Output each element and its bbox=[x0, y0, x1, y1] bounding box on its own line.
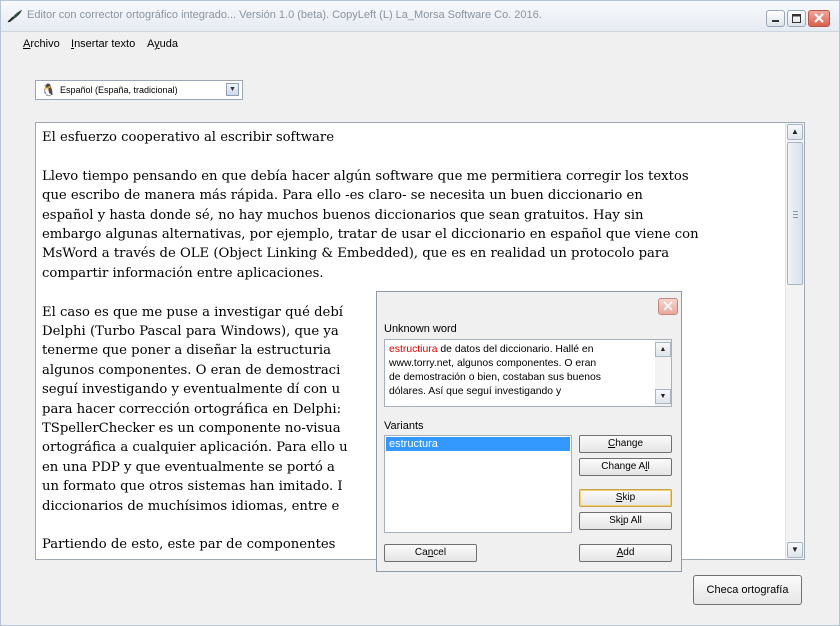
grip-icon bbox=[793, 214, 798, 216]
menu-archivo[interactable]: Archivo bbox=[23, 38, 60, 50]
context-scrollbar[interactable]: ▲ ▼ bbox=[655, 340, 671, 406]
unknown-word-label: Unknown word bbox=[384, 323, 457, 335]
menu-ayuda[interactable]: Ayuda bbox=[147, 38, 178, 50]
misspelled-word: estructiura bbox=[389, 344, 438, 355]
language-select-value: Español (España, tradicional) bbox=[60, 85, 178, 95]
close-icon bbox=[814, 13, 824, 23]
minimize-button[interactable] bbox=[766, 10, 785, 27]
editor-line: que escribo de manera más rápida. Para e… bbox=[42, 188, 643, 204]
context-line: dólares. Así que seguí investigando y bbox=[389, 386, 562, 397]
cancel-button[interactable]: Cancel bbox=[384, 544, 477, 562]
editor-line: embargo algunas alternativas, por ejempl… bbox=[42, 227, 699, 243]
context-line: de demostración o bien, costaban sus bue… bbox=[389, 372, 601, 383]
scroll-thumb[interactable] bbox=[787, 142, 803, 285]
minimize-icon bbox=[772, 20, 779, 22]
spell-check-dialog: Unknown word estructiura de datos del di… bbox=[376, 291, 682, 572]
add-button[interactable]: Add bbox=[579, 544, 672, 562]
menu-insertar-texto[interactable]: Insertar texto bbox=[71, 38, 135, 50]
maximize-icon bbox=[792, 14, 801, 23]
grip-icon bbox=[793, 217, 798, 219]
quill-pen-icon bbox=[7, 10, 22, 23]
editor-paragraph: El esfuerzo cooperativo al escribir soft… bbox=[42, 128, 782, 147]
context-scroll-down[interactable]: ▼ bbox=[655, 389, 671, 404]
editor-line: El esfuerzo cooperativo al escribir soft… bbox=[42, 130, 334, 145]
change-button[interactable]: Change bbox=[579, 435, 672, 453]
close-icon bbox=[663, 301, 673, 311]
skip-button[interactable]: Skip bbox=[579, 489, 672, 507]
editor-line: compartir información entre aplicaciones… bbox=[42, 265, 324, 281]
close-button[interactable] bbox=[808, 10, 830, 27]
chevron-down-icon[interactable]: ▼ bbox=[226, 83, 239, 96]
menu-bar: Archivo Insertar texto Ayuda bbox=[1, 32, 839, 54]
title-bar: Editor con corrector ortográfico integra… bbox=[1, 1, 839, 32]
maximize-button[interactable] bbox=[787, 10, 806, 27]
context-scroll-up[interactable]: ▲ bbox=[655, 342, 671, 357]
change-all-button[interactable]: Change All bbox=[579, 458, 672, 476]
check-spelling-button[interactable]: Checa ortografía bbox=[693, 575, 802, 605]
editor-scrollbar[interactable]: ▲ ▼ bbox=[785, 123, 804, 559]
context-line: www.torry.net, algunos componentes. O er… bbox=[389, 358, 597, 369]
editor-paragraph: Llevo tiempo pensando en que debía hacer… bbox=[42, 167, 782, 283]
grip-icon bbox=[793, 211, 798, 213]
dialog-close-button[interactable] bbox=[658, 298, 678, 315]
editor-line: español y hasta donde sé, no hay muchos … bbox=[42, 207, 644, 223]
editor-line: diccionarios de muchísimos idiomas, entr… bbox=[42, 498, 340, 514]
variants-list[interactable]: estructura bbox=[384, 435, 572, 533]
context-line: de datos del diccionario. Hallé en bbox=[437, 344, 594, 355]
editor-line: MsWord a través de OLE (Object Linking &… bbox=[42, 246, 670, 262]
list-item[interactable]: estructura bbox=[386, 437, 570, 451]
unknown-word-context[interactable]: estructiura de datos del diccionario. Ha… bbox=[384, 339, 672, 407]
scroll-down-button[interactable]: ▼ bbox=[787, 542, 803, 558]
scroll-up-button[interactable]: ▲ bbox=[787, 124, 803, 140]
language-select[interactable]: 🐧 Español (España, tradicional) ▼ bbox=[35, 80, 243, 100]
unknown-word-text: estructiura de datos del diccionario. Ha… bbox=[389, 343, 649, 399]
penguin-icon: 🐧 bbox=[41, 83, 56, 97]
main-window: Editor con corrector ortográfico integra… bbox=[0, 0, 840, 626]
skip-all-button[interactable]: Skip All bbox=[579, 512, 672, 530]
variants-label: Variants bbox=[384, 420, 424, 432]
window-title: Editor con corrector ortográfico integra… bbox=[27, 9, 542, 21]
editor-line: Llevo tiempo pensando en que debía hacer… bbox=[42, 168, 689, 184]
